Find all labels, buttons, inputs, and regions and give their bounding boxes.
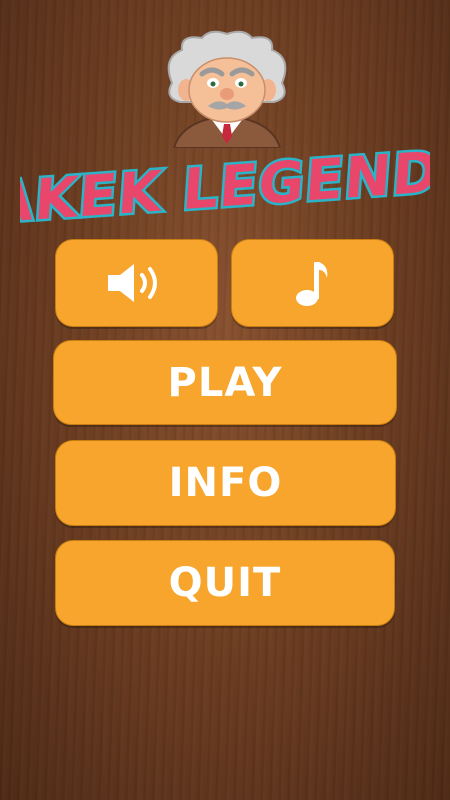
quit-button[interactable]: QUIT [55,540,395,626]
game-title: YAKEK LEGENDS [20,137,430,230]
music-note-icon [295,262,327,306]
info-button-label: INFO [168,460,283,506]
info-button[interactable]: INFO [55,440,396,526]
game-logo: YAKEK LEGENDS [20,135,430,230]
quit-button-label: QUIT [168,560,282,606]
play-button[interactable]: PLAY [53,340,397,425]
play-button-label: PLAY [167,359,283,406]
sound-toggle-button[interactable] [55,239,218,327]
music-toggle-button[interactable] [231,239,394,327]
speaker-icon [107,264,157,302]
